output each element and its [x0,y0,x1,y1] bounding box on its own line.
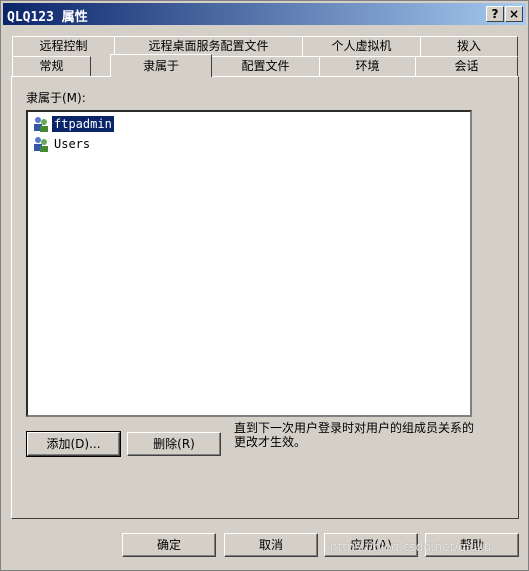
help-icon[interactable]: ? [486,6,504,22]
group-icon [34,137,48,152]
membership-note: 直到下一次用户登录时对用户的组成员关系的更改才生效。 [234,421,475,449]
member-name: Users [54,137,91,151]
cancel-button[interactable]: 取消 [224,533,318,557]
member-name: ftpadmin [52,116,114,132]
member-of-label: 隶属于(M): [26,91,86,105]
tab-profile[interactable]: 配置文件 [211,56,320,76]
tab-sessions[interactable]: 会话 [415,56,518,76]
group-icon [34,117,48,132]
list-item[interactable]: Users [32,135,92,153]
tab-personal-vm[interactable]: 个人虚拟机 [302,36,421,56]
tab-remote-control[interactable]: 远程控制 [12,36,115,56]
tab-general[interactable]: 常规 [12,56,91,76]
title-bar[interactable]: QLQ123 属性 ? × [3,3,526,25]
remove-button[interactable]: 删除(R) [127,432,221,456]
watermark: https://blog.csdn.net/qiuliu [330,540,492,554]
tab-dial-in[interactable]: 拨入 [420,36,518,56]
tab-member-of[interactable]: 隶属于 [110,54,212,77]
tab-environment[interactable]: 环境 [319,56,416,76]
tab-rds-profile[interactable]: 远程桌面服务配置文件 [114,36,303,56]
close-icon[interactable]: × [505,6,523,22]
ok-button[interactable]: 确定 [122,533,216,557]
member-list[interactable]: ftpadmin Users [26,110,472,417]
add-button[interactable]: 添加(D)... [26,431,121,457]
list-item[interactable]: ftpadmin [32,115,114,133]
window-title: QLQ123 属性 [7,10,88,25]
